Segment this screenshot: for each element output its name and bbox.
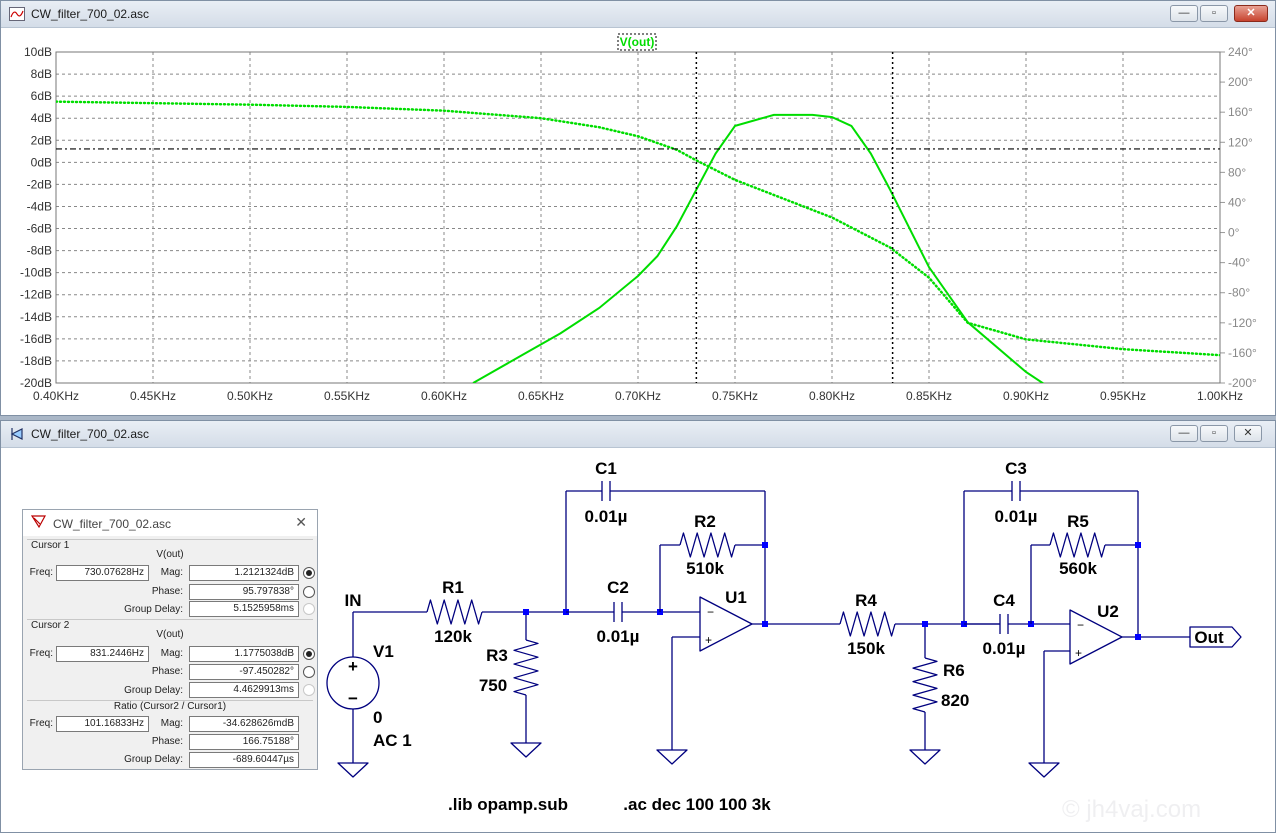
cursor2-gd-field[interactable]: 4.4629913ms [189,682,299,698]
y-tick-label: -16dB [20,332,52,346]
x-tick-label: 0.75KHz [712,389,758,403]
y-tick-label: 8dB [31,67,52,81]
cursor2-phase-radio[interactable] [303,666,315,678]
ratio-section-label: Ratio (Cursor2 / Cursor1) [113,701,227,712]
x-tick-label: 0.85KHz [906,389,952,403]
y-tick-label: 6dB [31,89,52,103]
cursor1-phase-radio[interactable] [303,586,315,598]
cursor-icon [31,515,47,529]
ratio-gd-label: Group Delay: [124,754,183,765]
y-tick-label: -18dB [20,354,52,368]
cursor1-phase-field[interactable]: 95.797838° [189,584,299,600]
y-tick-label: -12dB [20,288,52,302]
close-icon[interactable]: ✕ [295,514,307,531]
cursor2-freq-label: Freq: [29,648,53,659]
y2-tick-label: -120° [1228,316,1257,330]
x-tick-label: 0.65KHz [518,389,564,403]
cursor1-mag-label: Mag: [160,567,183,578]
cursor1-freq-label: Freq: [29,567,53,578]
cursor2-trace: V(out) [156,629,184,640]
ratio-phase-label: Phase: [151,736,183,747]
y-tick-label: -14dB [20,310,52,324]
bode-plot[interactable]: 0.40KHz 0.45KHz 0.50KHz 0.55KHz 0.60KHz 0.65K… [2,28,1272,414]
watermark: © jh4vaj.com [1062,796,1202,823]
cursor2-phase-label: Phase: [151,666,183,677]
cursor1-freq-field[interactable]: 730.07628Hz [56,565,149,581]
y-tick-label: -4dB [27,199,52,213]
waveform-window-title: CW_filter_700_02.asc [31,7,150,21]
y-tick-label: -20dB [20,376,52,390]
x-tick-label: 0.40KHz [33,389,79,403]
cursor1-phase-label: Phase: [151,586,183,597]
x-tick-label: 1.00KHz [1197,389,1243,403]
waveform-titlebar[interactable]: CW_filter_700_02.asc — ▫ ✕ [1,1,1275,28]
y-tick-label: -2dB [27,177,52,191]
x-tick-label: 0.80KHz [809,389,855,403]
y2-tick-label: -80° [1228,286,1250,300]
ratio-mag-field[interactable]: -34.628626mdB [189,716,299,732]
x-tick-label: 0.70KHz [615,389,661,403]
close-button[interactable]: ✕ [1234,425,1262,442]
y2-tick-label: 40° [1228,195,1246,209]
minimize-button[interactable]: — [1170,5,1198,22]
restore-button[interactable]: ▫ [1200,5,1228,22]
y-tick-label: -10dB [20,266,52,280]
cursor2-gd-label: Group Delay: [124,685,183,696]
cursor2-gd-radio[interactable] [303,684,315,696]
schematic-icon [10,428,23,440]
cursor1-trace: V(out) [156,549,184,560]
restore-button[interactable]: ▫ [1200,425,1228,442]
cursor2-mag-label: Mag: [160,648,183,659]
waveform-icon [9,7,25,21]
ratio-freq-label: Freq: [29,718,53,729]
cursor-dialog-title: CW_filter_700_02.asc [53,517,172,531]
minimize-button[interactable]: — [1170,425,1198,442]
y2-tick-label: 80° [1228,165,1246,179]
cursor1-gd-field[interactable]: 5.1525958ms [189,601,299,617]
y2-tick-label: -200° [1228,376,1257,390]
y2-tick-label: -160° [1228,346,1257,360]
ratio-freq-field[interactable]: 101.16833Hz [56,716,149,732]
cursor-dialog: CW_filter_700_02.asc ✕ Cursor 1 V(out) F… [22,509,318,770]
plot-area[interactable]: 0.40KHz 0.45KHz 0.50KHz 0.55KHz 0.60KHz 0.65K… [2,28,1272,414]
ratio-mag-label: Mag: [160,718,183,729]
y-tick-label: 2dB [31,133,52,147]
y-tick-label: 10dB [24,45,52,59]
cursor1-gd-radio[interactable] [303,603,315,615]
cursor2-freq-field[interactable]: 831.2446Hz [56,646,149,662]
close-button[interactable]: ✕ [1234,5,1268,22]
ratio-phase-field[interactable]: 166.75188° [189,734,299,750]
y2-tick-label: 120° [1228,135,1253,149]
x-tick-label: 0.60KHz [421,389,467,403]
x-tick-label: 0.95KHz [1100,389,1146,403]
x-tick-label: 0.50KHz [227,389,273,403]
cursor2-mag-field[interactable]: 1.1775038dB [189,646,299,662]
x-tick-label: 0.90KHz [1003,389,1049,403]
cursor1-gd-label: Group Delay: [124,604,183,615]
x-tick-label: 0.45KHz [130,389,176,403]
cursor2-mag-radio[interactable] [303,648,315,660]
y2-tick-label: 240° [1228,45,1253,59]
x-tick-label: 0.55KHz [324,389,370,403]
y-tick-label: -8dB [27,244,52,258]
trace-label: V(out) [620,35,655,49]
y2-tick-label: 200° [1228,75,1253,89]
waveform-window: CW_filter_700_02.asc — ▫ ✕ 0.40KHz 0.45KH… [0,0,1276,416]
y2-tick-label: 160° [1228,105,1253,119]
cursor-dialog-titlebar[interactable]: CW_filter_700_02.asc ✕ [23,510,317,536]
ratio-gd-field[interactable]: -689.60447µs [189,752,299,768]
y-tick-label: 0dB [31,155,52,169]
schematic-window-title: CW_filter_700_02.asc [31,427,150,441]
cursor1-mag-field[interactable]: 1.2121324dB [189,565,299,581]
schematic-titlebar[interactable]: CW_filter_700_02.asc — ▫ ✕ [1,421,1275,448]
y2-tick-label: 0° [1228,226,1240,240]
cursor1-mag-radio[interactable] [303,567,315,579]
y2-tick-label: -40° [1228,256,1250,270]
y-tick-label: -6dB [27,222,52,236]
magnitude-trace [472,113,1045,383]
cursor2-phase-field[interactable]: -97.450282° [189,664,299,680]
y-tick-label: 4dB [31,111,52,125]
